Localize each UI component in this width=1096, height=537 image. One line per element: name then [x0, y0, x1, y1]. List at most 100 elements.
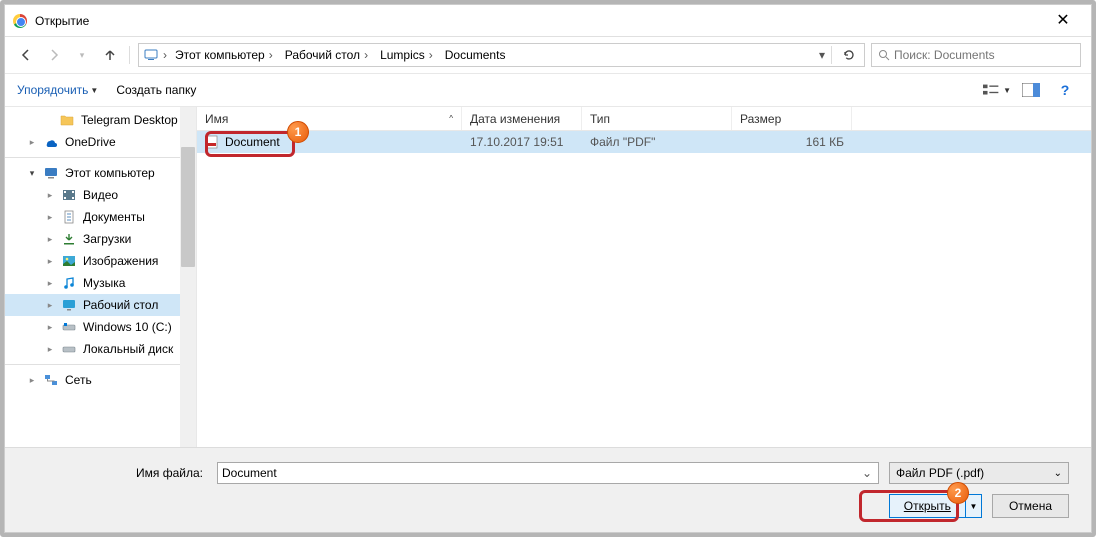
video-icon [61, 187, 77, 203]
toolbar: Упорядочить ▼ Создать папку ▼ ? [5, 73, 1091, 107]
chevron-down-icon[interactable]: ▾ [819, 48, 825, 62]
search-icon [878, 49, 890, 61]
arrow-up-icon [103, 48, 117, 62]
computer-icon [143, 47, 159, 63]
view-mode-button[interactable]: ▼ [983, 79, 1011, 101]
filename-box[interactable]: ⌄ [217, 462, 879, 484]
filename-input[interactable] [222, 466, 860, 480]
network-icon [43, 372, 59, 388]
chevron-down-icon: ▼ [1003, 86, 1011, 95]
separator [5, 364, 196, 365]
chevron-right-icon: ▸ [45, 212, 55, 223]
chevron-right-icon: ▸ [45, 234, 55, 245]
close-icon[interactable]: ✕ [1043, 13, 1083, 29]
sidebar: Telegram Desktop ▸ OneDrive ▾ Этот компь… [5, 107, 197, 447]
chevron-right-icon: ▸ [27, 137, 37, 148]
sidebar-item-onedrive[interactable]: ▸ OneDrive [5, 131, 196, 153]
sidebar-item-desktop[interactable]: ▸ Рабочий стол [5, 294, 196, 316]
filetype-filter[interactable]: Файл PDF (.pdf) ⌄ [889, 462, 1069, 484]
breadcrumb-item[interactable]: Lumpics› [376, 48, 437, 62]
main-area: Telegram Desktop ▸ OneDrive ▾ Этот компь… [5, 107, 1091, 447]
sidebar-item-drive-c[interactable]: ▸ Windows 10 (C:) [5, 316, 196, 338]
breadcrumb-item[interactable]: Рабочий стол› [281, 48, 372, 62]
onedrive-icon [43, 134, 59, 150]
search-box[interactable] [871, 43, 1081, 67]
preview-pane-button[interactable] [1017, 79, 1045, 101]
file-type: Файл "PDF" [582, 135, 732, 149]
chevron-right-icon: › [429, 48, 433, 62]
sidebar-item-documents[interactable]: ▸ Документы [5, 206, 196, 228]
sidebar-item-videos[interactable]: ▸ Видео [5, 184, 196, 206]
file-size: 161 КБ [732, 135, 852, 149]
chevron-right-icon: ▸ [27, 375, 37, 386]
column-headers: Имя^ Дата изменения Тип Размер [197, 107, 1091, 131]
sort-asc-icon: ^ [449, 114, 453, 123]
column-name[interactable]: Имя^ [197, 107, 462, 130]
recent-button[interactable]: ▾ [71, 44, 93, 66]
column-modified[interactable]: Дата изменения [462, 107, 582, 130]
chevron-down-icon: ▾ [27, 168, 37, 179]
chevron-right-icon: ▸ [45, 190, 55, 201]
forward-button[interactable] [43, 44, 65, 66]
window-title: Открытие [35, 14, 89, 28]
arrow-left-icon [19, 48, 33, 62]
chevron-right-icon: ▸ [45, 256, 55, 267]
help-icon[interactable]: ? [1051, 79, 1079, 101]
image-icon [61, 253, 77, 269]
breadcrumb[interactable]: › Этот компьютер› Рабочий стол› Lumpics›… [138, 43, 865, 67]
file-date: 17.10.2017 19:51 [462, 135, 582, 149]
filename-label: Имя файла: [27, 466, 207, 480]
pdf-file-icon [205, 135, 219, 149]
chevron-down-icon[interactable]: ⌄ [860, 466, 874, 480]
annotation-badge: 2 [947, 482, 969, 504]
doc-icon [61, 209, 77, 225]
drive-icon [61, 341, 77, 357]
chrome-icon [13, 14, 27, 28]
file-list: Document 17.10.2017 19:51 Файл "PDF" 161… [197, 131, 1091, 447]
chevron-down-icon: ▼ [969, 502, 977, 511]
file-name: Document [225, 135, 280, 149]
chevron-right-icon: ▸ [45, 322, 55, 333]
breadcrumb-item[interactable]: Documents [441, 48, 510, 62]
sidebar-item-network[interactable]: ▸ Сеть [5, 369, 196, 391]
bottom-panel: Имя файла: ⌄ Файл PDF (.pdf) ⌄ Открыть ▼… [5, 447, 1091, 532]
refresh-icon[interactable] [838, 48, 860, 62]
file-row[interactable]: Document 17.10.2017 19:51 Файл "PDF" 161… [197, 131, 1091, 153]
sidebar-item-downloads[interactable]: ▸ Загрузки [5, 228, 196, 250]
chevron-down-icon: ⌄ [1054, 468, 1062, 479]
chevron-right-icon: › [163, 48, 167, 62]
back-button[interactable] [15, 44, 37, 66]
desktop-icon [61, 297, 77, 313]
chevron-right-icon: ▸ [45, 344, 55, 355]
chevron-down-icon: ▼ [90, 86, 98, 95]
drive-icon [61, 319, 77, 335]
arrow-right-icon [47, 48, 61, 62]
search-input[interactable] [894, 48, 1074, 62]
organize-button[interactable]: Упорядочить ▼ [17, 83, 98, 97]
sidebar-item[interactable]: Telegram Desktop [5, 109, 196, 131]
separator [129, 46, 130, 64]
chevron-right-icon: › [269, 48, 273, 62]
new-folder-button[interactable]: Создать папку [116, 83, 196, 97]
up-button[interactable] [99, 44, 121, 66]
separator [5, 157, 196, 158]
breadcrumb-item[interactable]: Этот компьютер› [171, 48, 277, 62]
scrollbar[interactable] [180, 107, 196, 447]
open-dropdown-button[interactable]: ▼ [966, 494, 982, 518]
cancel-button[interactable]: Отмена [992, 494, 1069, 518]
music-icon [61, 275, 77, 291]
chevron-right-icon: ▸ [45, 278, 55, 289]
sidebar-item-computer[interactable]: ▾ Этот компьютер [5, 162, 196, 184]
file-area: Имя^ Дата изменения Тип Размер Document … [197, 107, 1091, 447]
column-type[interactable]: Тип [582, 107, 732, 130]
scrollbar-thumb[interactable] [181, 147, 195, 267]
computer-icon [43, 165, 59, 181]
column-size[interactable]: Размер [732, 107, 852, 130]
sidebar-item-images[interactable]: ▸ Изображения [5, 250, 196, 272]
sidebar-item-music[interactable]: ▸ Музыка [5, 272, 196, 294]
nav-row: ▾ › Этот компьютер› Рабочий стол› Lumpic… [5, 37, 1091, 73]
sidebar-item-drive-local[interactable]: ▸ Локальный диск [5, 338, 196, 360]
annotation-badge: 1 [287, 121, 309, 143]
chevron-right-icon: › [364, 48, 368, 62]
chevron-right-icon: ▸ [45, 300, 55, 311]
